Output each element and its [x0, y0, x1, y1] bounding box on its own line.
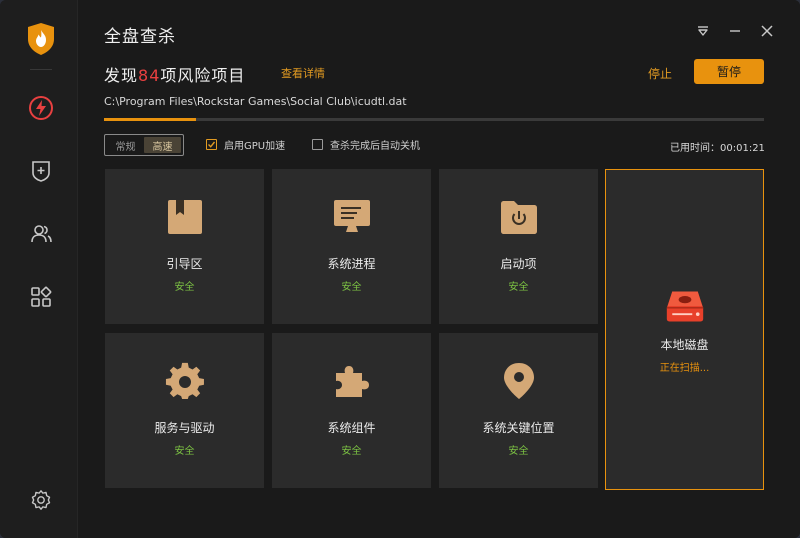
scan-item-startup[interactable]: 启动项 安全 — [439, 169, 598, 324]
scan-item-name: 系统关键位置 — [482, 421, 555, 435]
apps-grid-icon — [31, 286, 52, 307]
sidebar-item-protection[interactable] — [27, 157, 55, 185]
elapsed-time-label: 已用时间： — [670, 143, 720, 154]
scan-item-name: 系统组件 — [327, 421, 376, 435]
main-panel: 全盘查杀 发现84项风险项目 查看详情 停止 暂停 C:\Program Fil… — [78, 0, 800, 538]
power-folder-icon — [499, 197, 539, 237]
mode-fast-option[interactable]: 高速 — [144, 137, 181, 153]
view-details-link[interactable]: 查看详情 — [281, 65, 325, 81]
scan-item-status: 安全 — [341, 446, 362, 457]
elapsed-time: 已用时间：00:01:21 — [670, 139, 765, 154]
location-pin-icon — [499, 361, 539, 401]
scan-item-system-components[interactable]: 系统组件 安全 — [272, 333, 431, 488]
scan-item-local-disk[interactable]: 本地磁盘 正在扫描... — [605, 169, 764, 490]
stop-button[interactable]: 停止 — [648, 65, 672, 82]
scan-item-status: 安全 — [508, 282, 529, 293]
gpu-accel-check-box — [206, 139, 217, 150]
sidebar — [0, 0, 78, 538]
lightning-icon — [29, 96, 53, 120]
settings-gear-icon — [31, 490, 51, 510]
gear-icon — [165, 361, 205, 401]
scan-window: 全盘查杀 发现84项风险项目 查看详情 停止 暂停 C:\Program Fil… — [0, 0, 800, 538]
scan-item-status: 安全 — [174, 446, 195, 457]
scan-item-status: 安全 — [341, 282, 362, 293]
gpu-accel-checkbox[interactable]: 启用GPU加速 — [206, 137, 285, 152]
auto-shutdown-check-box — [312, 139, 323, 150]
scan-item-boot-sector[interactable]: 引导区 安全 — [105, 169, 264, 324]
scan-item-system-processes[interactable]: 系统进程 安全 — [272, 169, 431, 324]
current-scan-path: C:\Program Files\Rockstar Games\Social C… — [104, 95, 407, 108]
pause-button[interactable]: 暂停 — [694, 59, 764, 84]
risk-summary: 发现84项风险项目 — [104, 62, 245, 86]
risk-summary-suffix: 项风险项目 — [160, 66, 246, 85]
monitor-icon — [332, 197, 372, 237]
shield-plus-icon — [32, 161, 50, 182]
users-icon — [31, 225, 52, 243]
sidebar-item-users[interactable] — [27, 220, 55, 248]
scan-item-name: 服务与驱动 — [154, 421, 215, 435]
sidebar-item-settings[interactable] — [27, 486, 55, 514]
scan-item-name: 启动项 — [500, 257, 537, 271]
scan-item-status: 正在扫描... — [659, 362, 710, 374]
scan-item-key-locations[interactable]: 系统关键位置 安全 — [439, 333, 598, 488]
app-logo-icon — [26, 22, 56, 56]
auto-shutdown-checkbox[interactable]: 查杀完成后自动关机 — [312, 137, 420, 152]
scan-item-status: 安全 — [508, 446, 529, 457]
sidebar-divider — [30, 69, 52, 70]
scan-progress-bar — [104, 118, 764, 121]
sidebar-item-apps[interactable] — [27, 283, 55, 311]
sidebar-item-scan[interactable] — [27, 94, 55, 122]
close-button[interactable] — [758, 22, 776, 40]
risk-count: 84 — [138, 66, 161, 85]
gpu-accel-label: 启用GPU加速 — [224, 141, 286, 152]
risk-summary-prefix: 发现 — [104, 66, 139, 85]
dropdown-menu-icon — [698, 26, 708, 36]
bookmark-folder-icon — [165, 197, 205, 237]
menu-button[interactable] — [694, 22, 712, 40]
scan-progress-fill — [104, 118, 197, 121]
scan-item-name: 本地磁盘 — [660, 337, 709, 352]
scan-mode-toggle: 常规 高速 — [104, 134, 184, 156]
window-title: 全盘查杀 — [104, 27, 176, 47]
auto-shutdown-label: 查杀完成后自动关机 — [330, 141, 420, 152]
scan-item-services-drivers[interactable]: 服务与驱动 安全 — [105, 333, 264, 488]
minimize-icon — [730, 30, 740, 32]
puzzle-icon — [332, 361, 372, 401]
hard-disk-icon — [665, 286, 705, 326]
mode-normal-option[interactable]: 常规 — [107, 137, 144, 153]
elapsed-time-value: 00:01:21 — [720, 143, 765, 154]
scan-item-name: 系统进程 — [327, 257, 376, 271]
checkmark-icon — [208, 141, 216, 148]
close-icon — [761, 25, 773, 37]
scan-item-name: 引导区 — [166, 257, 203, 271]
minimize-button[interactable] — [726, 22, 744, 40]
scan-item-status: 安全 — [174, 282, 195, 293]
